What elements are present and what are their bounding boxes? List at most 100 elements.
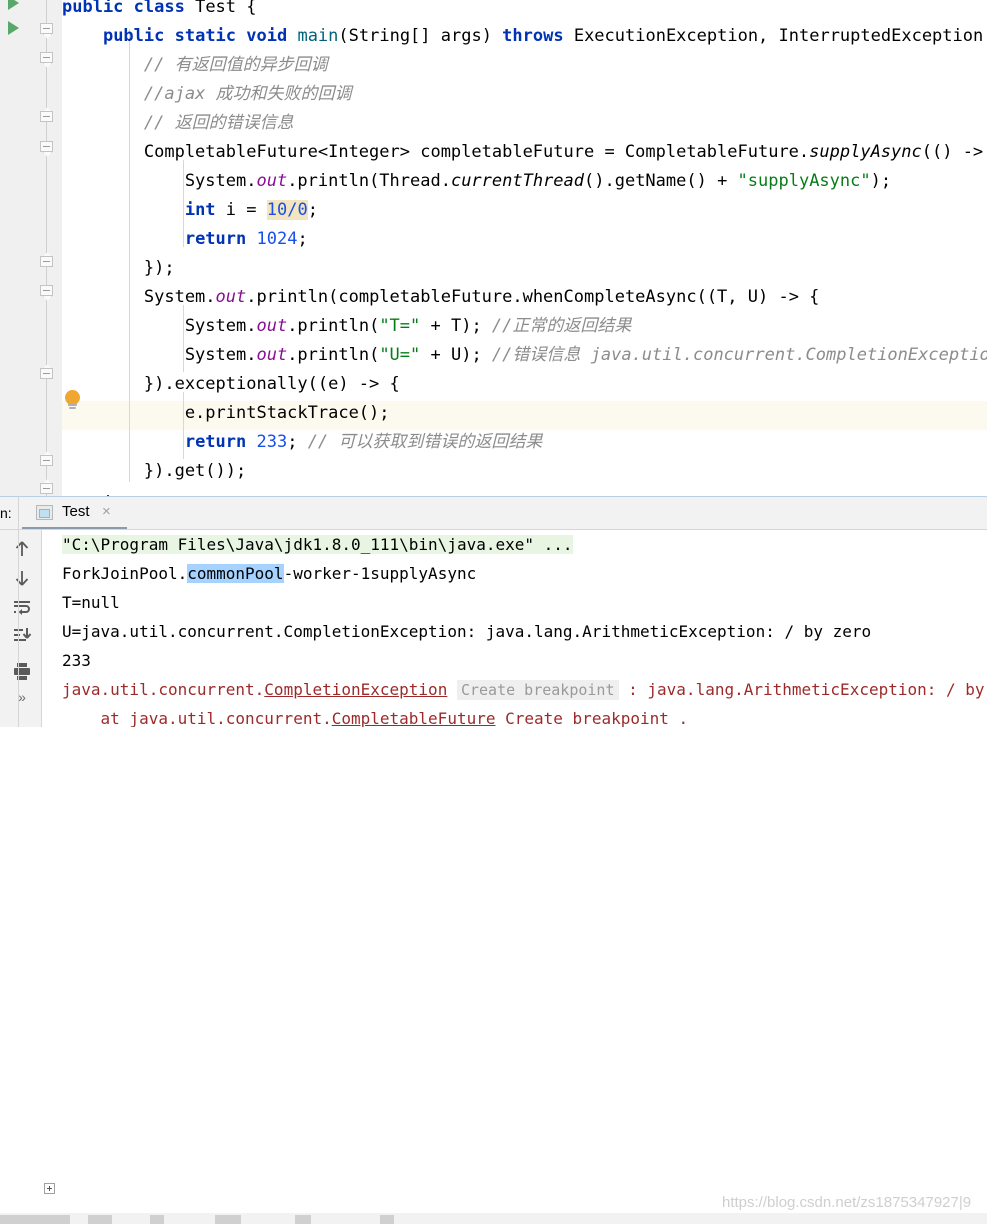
editor-hscrollbar-track[interactable]: [62, 482, 987, 495]
print-icon[interactable]: [11, 660, 33, 682]
run-tab-label: Test: [62, 503, 90, 520]
code-token: void: [246, 26, 298, 46]
code-token: });: [62, 258, 175, 278]
code-line[interactable]: return 233; // 可以获取到错误的返回结果: [62, 428, 543, 457]
console-token: T=null: [62, 593, 120, 612]
code-token: main: [297, 26, 339, 46]
code-token: System.: [62, 287, 216, 307]
code-token: // 可以获取到错误的返回结果: [307, 432, 543, 452]
code-token: return: [184, 432, 257, 452]
code-token: System.: [62, 345, 257, 365]
soft-wrap-icon[interactable]: [11, 596, 33, 618]
code-token: System.: [62, 316, 257, 336]
code-line[interactable]: e.printStackTrace();: [62, 399, 390, 428]
code-token: out: [215, 287, 247, 307]
code-line[interactable]: // 返回的错误信息: [62, 109, 294, 138]
watermark: https://blog.csdn.net/zs1875347927|9: [722, 1194, 972, 1211]
code-token: 1024: [256, 229, 298, 249]
code-token: // 有返回值的异步回调: [62, 55, 328, 75]
code-token: out: [256, 316, 288, 336]
code-line[interactable]: return 1024;: [62, 225, 308, 254]
tool-window-left-divider: [18, 497, 19, 727]
code-token: i =: [225, 200, 267, 220]
expand-stacktrace-icon[interactable]: [44, 1183, 55, 1194]
code-token: (() -> {: [921, 142, 984, 162]
close-icon[interactable]: ×: [102, 503, 111, 520]
code-line[interactable]: public class Test {: [62, 0, 257, 22]
run-config-icon: [36, 505, 53, 520]
console-token: commonPool: [187, 564, 284, 583]
console-token: ForkJoinPool.: [62, 564, 188, 583]
code-line[interactable]: System.out.println(Thread.currentThread(…: [62, 167, 891, 196]
run-window-caption: n:: [0, 505, 12, 521]
console-line[interactable]: ForkJoinPool.commonPool-worker-1supplyAs…: [62, 559, 476, 588]
console-token: -worker-1supplyAsync: [283, 564, 477, 583]
code-token: e.printStackTrace();: [62, 403, 390, 423]
console-line[interactable]: "C:\Program Files\Java\jdk1.8.0_111\bin\…: [62, 530, 573, 559]
run-tool-window: n: Test × » "C:\Program Files\Java\jdk1.…: [0, 497, 987, 1224]
code-editor[interactable]: public class Test { public static void m…: [0, 0, 987, 497]
code-token: CompletableFuture<Integer> completableFu…: [62, 142, 810, 162]
code-token: int: [184, 200, 226, 220]
console-line[interactable]: U=java.util.concurrent.CompletionExcepti…: [62, 617, 871, 646]
console-token: : java.lang.ArithmeticException: / by: [618, 680, 985, 699]
code-token: out: [256, 171, 288, 191]
console-link[interactable]: CompletableFuture: [332, 709, 496, 727]
console-token: at java.util.concurrent.: [62, 709, 332, 727]
console-line[interactable]: at java.util.concurrent.CompletableFutur…: [62, 704, 689, 727]
code-text[interactable]: public class Test { public static void m…: [0, 0, 987, 497]
code-token: ;: [307, 200, 318, 220]
code-token: out: [256, 345, 288, 365]
console-line[interactable]: java.util.concurrent.CompletionException…: [62, 675, 985, 704]
code-token: }).exceptionally((e) -> {: [62, 374, 400, 394]
code-token: ().getName() +: [584, 171, 738, 191]
code-line[interactable]: //ajax 成功和失败的回调: [62, 80, 352, 109]
code-token: //正常的返回结果: [491, 316, 632, 336]
code-token: .println(: [287, 345, 380, 365]
code-token: + U);: [420, 345, 492, 365]
code-token: static: [174, 26, 247, 46]
code-token: .println(completableFuture.whenCompleteA…: [246, 287, 820, 307]
console-link[interactable]: Create breakpoint: [456, 680, 619, 700]
up-arrow-icon[interactable]: [11, 538, 33, 560]
code-token: (String[] args): [338, 26, 503, 46]
code-token: //ajax 成功和失败的回调: [62, 84, 352, 104]
code-token: ;: [297, 229, 308, 249]
console-token: "C:\Program Files\Java\jdk1.8.0_111\bin\…: [62, 535, 573, 554]
code-line[interactable]: }).exceptionally((e) -> {: [62, 370, 400, 399]
code-token: //错误信息 java.util.concurrent.CompletionEx…: [491, 345, 987, 365]
ide-window: public class Test { public static void m…: [0, 0, 987, 1224]
code-token: class: [133, 0, 196, 17]
code-line[interactable]: System.out.println(completableFuture.whe…: [62, 283, 820, 312]
console-line[interactable]: 233: [62, 646, 91, 675]
code-token: .println(Thread.: [287, 171, 451, 191]
code-token: public: [102, 26, 175, 46]
code-line[interactable]: });: [62, 254, 175, 283]
scroll-to-end-icon[interactable]: [11, 625, 33, 647]
more-icon[interactable]: »: [11, 686, 33, 708]
code-token: ;: [287, 432, 308, 452]
code-token: }).get());: [62, 461, 247, 481]
code-token: );: [870, 171, 892, 191]
console-token: Create breakpoint .: [495, 709, 689, 727]
code-token: .println(: [287, 316, 380, 336]
console-toolbar[interactable]: »: [0, 530, 42, 727]
code-line[interactable]: // 有返回值的异步回调: [62, 51, 328, 80]
code-line[interactable]: System.out.println("T=" + T); //正常的返回结果: [62, 312, 632, 341]
console-link[interactable]: CompletionException: [264, 680, 447, 699]
console-output[interactable]: "C:\Program Files\Java\jdk1.8.0_111\bin\…: [42, 530, 987, 727]
console-line[interactable]: T=null: [62, 588, 120, 617]
code-token: throws: [502, 26, 574, 46]
code-line[interactable]: CompletableFuture<Integer> completableFu…: [62, 138, 987, 167]
code-token: System.: [62, 171, 257, 191]
code-token: 233: [256, 432, 288, 452]
code-line[interactable]: int i = 10/0;: [62, 196, 318, 225]
down-arrow-icon[interactable]: [11, 567, 33, 589]
console-token: [447, 680, 457, 699]
code-token: return: [184, 229, 257, 249]
code-line[interactable]: public static void main(String[] args) t…: [62, 22, 987, 51]
code-token: currentThread: [450, 171, 585, 191]
code-line[interactable]: System.out.println("U=" + U); //错误信息 jav…: [62, 341, 987, 370]
